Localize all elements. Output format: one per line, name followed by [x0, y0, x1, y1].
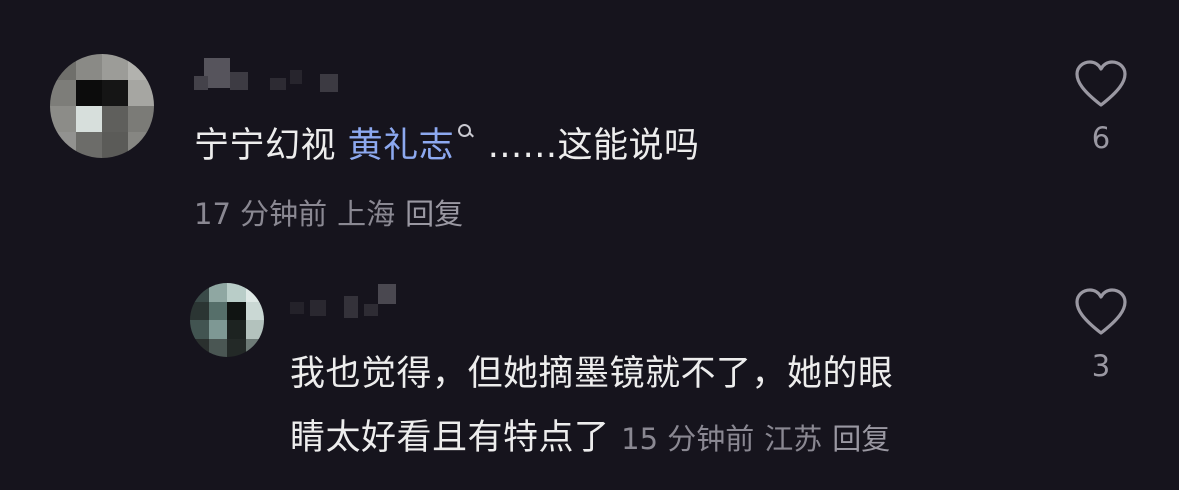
reply-button[interactable]: 回复	[832, 422, 890, 456]
heart-outline-icon	[1075, 60, 1127, 107]
comment-meta: 15 分钟前 江苏 回复	[621, 422, 900, 456]
search-icon[interactable]	[456, 114, 476, 142]
avatar[interactable]	[190, 283, 264, 357]
like-count: 6	[1091, 121, 1111, 155]
comment-text: 我也觉得，但她摘墨镜就不了，她的眼 睛太好看且有特点了 15 分钟前 江苏 回复	[290, 342, 900, 471]
timestamp: 15 分钟前	[621, 422, 755, 456]
comment-text: 宁宁幻视 黄礼志 ......这能说吗	[194, 114, 700, 178]
comment-line-2: 睛太好看且有特点了	[290, 418, 610, 458]
comment-line-1: 我也觉得，但她摘墨镜就不了，她的眼	[290, 354, 894, 394]
comment-meta: 17 分钟前 上海 回复	[194, 194, 473, 234]
avatar[interactable]	[50, 54, 154, 158]
location: 江苏	[764, 422, 823, 456]
like-button[interactable]: 3	[1069, 286, 1133, 384]
comment-thread: 宁宁幻视 黄礼志 ......这能说吗 17 分钟前 上海 回复 6 我也觉得，但	[0, 0, 1179, 490]
reply-button[interactable]: 回复	[405, 197, 463, 231]
username[interactable]	[194, 56, 354, 96]
location: 上海	[337, 197, 396, 231]
username[interactable]	[290, 280, 410, 320]
heart-outline-icon	[1075, 288, 1127, 335]
mention-link[interactable]: 黄礼志	[348, 126, 455, 166]
timestamp: 17 分钟前	[194, 197, 328, 231]
like-button[interactable]: 6	[1069, 58, 1133, 156]
like-count: 3	[1091, 349, 1111, 383]
comment-prefix: 宁宁幻视	[194, 126, 348, 166]
comment-suffix: ......这能说吗	[476, 126, 700, 166]
